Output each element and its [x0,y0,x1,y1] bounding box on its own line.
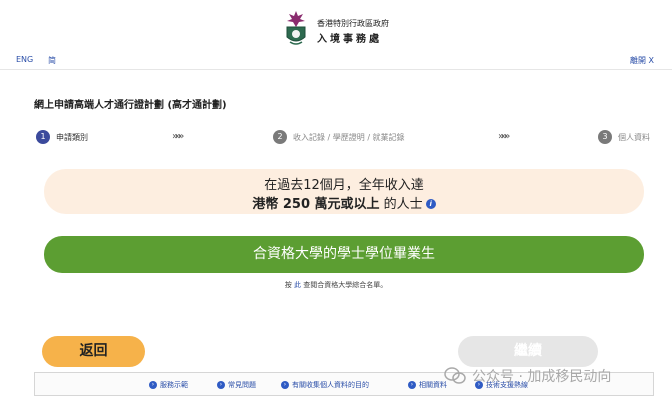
back-button[interactable]: 返回 [42,336,145,367]
arrow-right-circle-icon: › [149,381,157,389]
step-3-label: 個人資料 [618,132,650,142]
arrow-right-circle-icon: › [217,381,225,389]
watermark: 公众号 · 加成移民动向 [444,366,611,386]
university-list-note: 按 此 查閱合資格大學綜合名單。 [0,280,672,290]
step-1-number: 1 [36,130,50,144]
language-english-link[interactable]: ENG [16,55,33,64]
footer-link-personal-data[interactable]: › 有關收集個人資料的目的 [281,380,369,390]
leave-link[interactable]: 離開 X [630,55,654,66]
footer-link-label: 相關資料 [419,381,447,389]
income-option-suffix: 的人士 [379,197,423,212]
hksar-emblem-icon [286,11,306,45]
step-separator-chevrons-icon: »»» [172,131,184,142]
step-3: 3 個人資料 [598,130,650,144]
page-header: 香港特別行政區政府 入境事務處 [0,0,672,52]
footer-link-label: 有關收集個人資料的目的 [292,381,369,389]
page-title: 網上申請高端人才通行證計劃 (高才通計劃) [34,100,227,111]
step-2-number: 2 [273,130,287,144]
step-2: 2 收入記錄 / 學歷證明 / 就業記錄 [273,130,405,144]
continue-button[interactable]: 繼續 [458,336,598,367]
list-note-suffix: 查閱合資格大學綜合名單。 [303,281,388,289]
university-list-link[interactable]: 此 [294,281,301,289]
language-bar: ENG 简 離開 X [0,52,672,70]
footer-link-service-demo[interactable]: › 服務示範 [149,380,188,390]
income-option-line2: 港幣 250 萬元或以上 的人士 i [44,193,644,212]
footer-link-related-info[interactable]: › 相關資料 [408,380,447,390]
list-note-prefix: 按 [284,281,292,289]
income-threshold-text: 港幣 250 萬元或以上 [252,197,380,212]
step-separator-chevrons-icon: »»» [498,131,510,142]
footer-link-label: 常見問題 [228,381,256,389]
step-1: 1 申請類別 [36,130,88,144]
language-simplified-chinese-link[interactable]: 简 [48,55,56,66]
step-2-label: 收入記錄 / 學歷證明 / 就業記錄 [293,132,405,142]
footer-link-faq[interactable]: › 常見問題 [217,380,256,390]
arrow-right-circle-icon: › [281,381,289,389]
income-option-line1: 在過去12個月，全年收入達 [264,178,424,193]
department-name-line1: 香港特別行政區政府 [317,19,389,28]
income-option-card[interactable]: 在過去12個月，全年收入達 港幣 250 萬元或以上 的人士 i [44,169,644,214]
footer-link-label: 服務示範 [160,381,188,389]
department-name-line2: 入境事務處 [317,34,382,45]
wechat-logo-icon [444,367,466,384]
watermark-text: 公众号 · 加成移民动向 [472,369,612,385]
step-indicator: 1 申請類別 »»» 2 收入記錄 / 學歷證明 / 就業記錄 »»» 3 個人… [34,128,664,148]
step-3-number: 3 [598,130,612,144]
step-1-label: 申請類別 [56,132,88,142]
arrow-right-circle-icon: › [408,381,416,389]
degree-graduate-option-button[interactable]: 合資格大學的學士學位畢業生 [44,236,644,273]
info-icon[interactable]: i [425,199,436,209]
